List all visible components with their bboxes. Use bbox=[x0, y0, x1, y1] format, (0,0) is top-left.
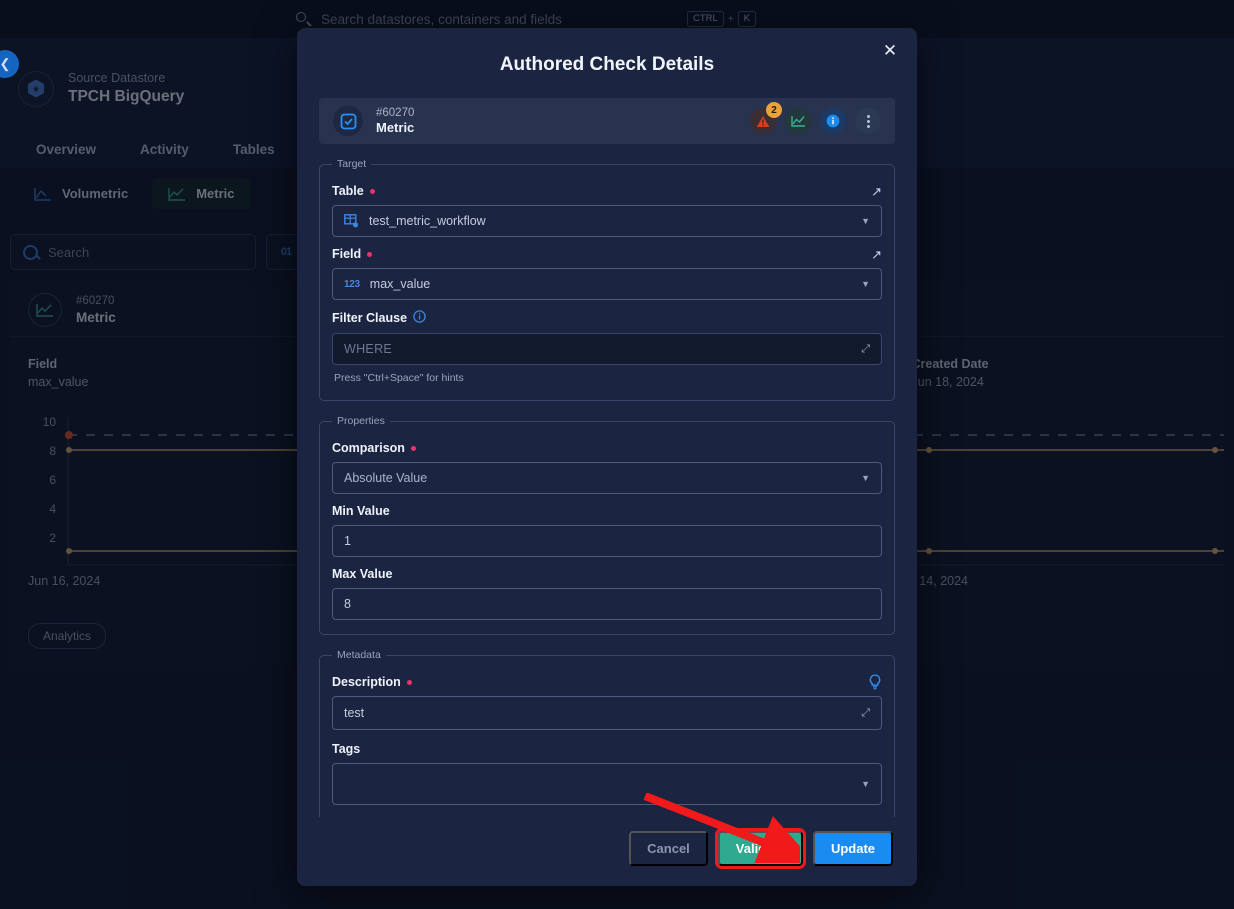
info-circle-icon[interactable] bbox=[413, 310, 426, 326]
description-label-row: Description bbox=[332, 669, 882, 696]
lightbulb-icon[interactable] bbox=[868, 673, 882, 692]
metadata-section: Metadata Description test ⤢ Tags ▼ bbox=[319, 649, 895, 817]
chevron-down-icon: ▼ bbox=[861, 279, 870, 289]
target-legend: Target bbox=[337, 158, 367, 170]
properties-legend: Properties bbox=[337, 415, 385, 427]
filter-clause-label-text: Filter Clause bbox=[332, 311, 408, 325]
chevron-down-icon: ▼ bbox=[861, 779, 870, 789]
table-label-text: Table bbox=[332, 184, 364, 198]
field-select[interactable]: 123 max_value ▼ bbox=[332, 268, 882, 300]
description-value: test bbox=[344, 706, 365, 720]
banner-check-type: Metric bbox=[376, 120, 415, 135]
field-label-row: Field ↗ bbox=[332, 241, 882, 268]
table-value: test_metric_workflow bbox=[369, 214, 486, 228]
external-link-icon[interactable]: ↗ bbox=[871, 185, 882, 198]
description-label-text: Description bbox=[332, 675, 401, 689]
min-value-input[interactable]: 1 bbox=[332, 525, 882, 557]
max-value-label: Max Value bbox=[332, 567, 882, 581]
required-indicator bbox=[406, 679, 412, 685]
comparison-label: Comparison bbox=[332, 441, 882, 455]
min-value: 1 bbox=[344, 534, 351, 548]
external-link-icon[interactable]: ↗ bbox=[871, 248, 882, 261]
close-icon[interactable]: ✕ bbox=[879, 40, 901, 62]
table-label: Table bbox=[332, 184, 375, 198]
banner-check-number: #60270 bbox=[376, 107, 415, 119]
filter-clause-placeholder: WHERE bbox=[344, 342, 393, 356]
filter-clause-label: Filter Clause bbox=[332, 310, 882, 326]
info-icon[interactable] bbox=[820, 108, 846, 134]
filter-clause-hint: Press "Ctrl+Space" for hints bbox=[334, 372, 464, 384]
line-chart-icon[interactable] bbox=[785, 108, 811, 134]
authored-check-details-modal: ✕ Authored Check Details #60270 Metric 2 bbox=[297, 28, 917, 886]
chevron-left-icon: ❮ bbox=[0, 56, 11, 71]
tags-label-text: Tags bbox=[332, 742, 361, 756]
comparison-value: Absolute Value bbox=[344, 471, 428, 485]
max-value: 8 bbox=[344, 597, 351, 611]
modal-body: Target Table ↗ test_metric_workflow ▼ Fi… bbox=[297, 144, 917, 817]
required-indicator bbox=[410, 445, 416, 451]
expand-icon[interactable]: ⤢ bbox=[861, 707, 870, 720]
description-label: Description bbox=[332, 675, 412, 689]
description-input[interactable]: test ⤢ bbox=[332, 696, 882, 730]
modal-title: Authored Check Details bbox=[499, 54, 715, 75]
modal-footer: Cancel Validate Update bbox=[297, 817, 917, 886]
comparison-label-text: Comparison bbox=[332, 441, 405, 455]
max-value-input[interactable]: 8 bbox=[332, 588, 882, 620]
comparison-select[interactable]: Absolute Value ▼ bbox=[332, 462, 882, 494]
expand-icon[interactable]: ⤢ bbox=[861, 343, 870, 356]
banner-action-icons: 2 bbox=[750, 102, 881, 134]
tags-label: Tags bbox=[332, 742, 882, 756]
field-label-text: Field bbox=[332, 247, 362, 261]
field-value: max_value bbox=[369, 277, 431, 291]
chevron-down-icon: ▼ bbox=[861, 216, 870, 226]
filter-clause-input[interactable]: WHERE ⤢ bbox=[332, 333, 882, 365]
cancel-button[interactable]: Cancel bbox=[629, 831, 708, 866]
min-value-label-text: Min Value bbox=[332, 504, 390, 518]
required-indicator bbox=[369, 188, 375, 194]
required-indicator bbox=[367, 251, 373, 257]
table-select[interactable]: test_metric_workflow ▼ bbox=[332, 205, 882, 237]
check-square-icon bbox=[333, 106, 363, 136]
table-label-row: Table ↗ bbox=[332, 178, 882, 205]
validate-button[interactable]: Validate bbox=[714, 828, 806, 869]
chevron-down-icon: ▼ bbox=[861, 473, 870, 483]
dots bbox=[866, 114, 870, 128]
max-value-label-text: Max Value bbox=[332, 567, 393, 581]
check-summary-banner: #60270 Metric 2 bbox=[319, 98, 895, 144]
target-section: Target Table ↗ test_metric_workflow ▼ Fi… bbox=[319, 158, 895, 401]
properties-section: Properties Comparison Absolute Value ▼ M… bbox=[319, 415, 895, 635]
more-vertical-icon[interactable] bbox=[855, 108, 881, 134]
table-settings-icon bbox=[344, 214, 359, 228]
alert-count-badge: 2 bbox=[766, 102, 782, 118]
tags-select[interactable]: ▼ bbox=[332, 763, 882, 805]
metadata-legend: Metadata bbox=[337, 649, 381, 661]
update-button[interactable]: Update bbox=[812, 831, 893, 866]
number-123-icon: 123 bbox=[344, 278, 360, 290]
min-value-label: Min Value bbox=[332, 504, 882, 518]
alert-triangle-icon[interactable]: 2 bbox=[750, 102, 782, 134]
field-label: Field bbox=[332, 247, 373, 261]
